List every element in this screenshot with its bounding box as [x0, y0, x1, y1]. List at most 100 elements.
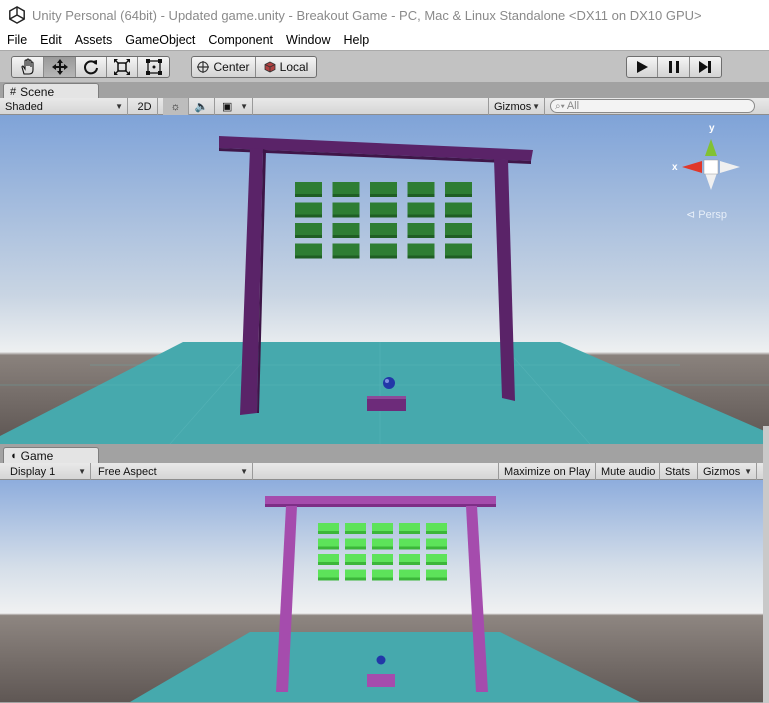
play-controls	[626, 56, 722, 78]
brick-shadow	[332, 214, 360, 218]
menu-gameobject[interactable]: GameObject	[118, 33, 201, 47]
brick-shadow	[426, 546, 447, 550]
2d-mode-button[interactable]: 2D	[132, 98, 158, 115]
pivot-center-button[interactable]: Center	[192, 57, 256, 77]
gizmo-x-label: x	[672, 162, 678, 173]
image-icon: ▣	[222, 101, 233, 113]
brick-shadow	[295, 214, 322, 218]
game-ball	[376, 655, 386, 665]
dropdown-arrow-icon: ▼	[532, 102, 540, 111]
dropdown-arrow-icon: ▼	[115, 102, 123, 111]
scene-viewport[interactable]: y x ⊲ Persp	[0, 115, 769, 444]
play-button[interactable]	[627, 57, 659, 77]
brick-shadow	[399, 577, 420, 581]
maximize-on-play-toggle[interactable]: Maximize on Play	[498, 463, 596, 480]
brick-shadow	[332, 194, 360, 197]
game-gizmos-label: Gizmos	[703, 465, 741, 478]
brick-shadow	[332, 235, 360, 238]
brick-shadow	[399, 531, 420, 534]
menu-bar: File Edit Assets GameObject Component Wi…	[0, 30, 769, 50]
brick-shadow	[318, 531, 339, 534]
brick-shadow	[295, 255, 322, 259]
shading-mode-dropdown[interactable]: Shaded ▼	[0, 98, 128, 115]
game-gizmos-dropdown[interactable]: Gizmos ▼	[698, 463, 757, 480]
brick-shadow	[318, 562, 339, 565]
tab-scene[interactable]: # Scene	[3, 83, 99, 99]
brick-shadow	[426, 562, 447, 565]
scene-effects-dropdown[interactable]: ▣ ▼	[217, 98, 253, 115]
speaker-icon: 🔈	[194, 101, 209, 113]
pause-button[interactable]	[658, 57, 690, 77]
move-arrows-icon	[51, 59, 68, 75]
game-panel: ◖ Game Display 1 ▼ Free Aspect ▼ Maximiz…	[0, 444, 769, 703]
scene-control-bar: Shaded ▼ 2D ☼ 🔈 ▣ ▼ Gizmos ▼ ⌕▾ All	[0, 98, 769, 115]
scale-tool-button[interactable]	[107, 57, 138, 77]
scene-grid-icon: #	[10, 85, 17, 98]
brick-shadow	[345, 562, 366, 565]
brick-shadow	[399, 562, 420, 565]
menu-edit[interactable]: Edit	[33, 33, 68, 47]
brick-shadow	[332, 255, 360, 259]
step-button[interactable]	[690, 57, 721, 77]
window-title: Unity Personal (64bit) - Updated game.un…	[32, 7, 702, 23]
scene-search-input[interactable]: ⌕▾ All	[550, 99, 755, 113]
scene-gizmos-dropdown[interactable]: Gizmos ▼	[488, 98, 545, 115]
pacman-icon: ◖	[10, 449, 17, 462]
hand-icon	[20, 58, 34, 75]
brick-shadow	[295, 194, 322, 197]
move-tool-button[interactable]	[44, 57, 76, 77]
menu-assets[interactable]: Assets	[68, 33, 119, 47]
sun-icon: ☼	[170, 100, 181, 113]
rotate-tool-button[interactable]	[76, 57, 107, 77]
mute-audio-toggle[interactable]: Mute audio	[596, 463, 660, 480]
play-icon	[637, 61, 649, 73]
brick-shadow	[372, 531, 393, 534]
rotate-icon	[84, 60, 98, 75]
main-toolbar: Center Local	[0, 50, 769, 82]
brick-shadow	[407, 214, 435, 218]
tab-scene-label: Scene	[20, 84, 55, 99]
maximize-on-play-label: Maximize on Play	[504, 465, 591, 478]
brick-shadow	[399, 546, 420, 550]
hand-tool-button[interactable]	[12, 57, 44, 77]
display-dropdown[interactable]: Display 1 ▼	[5, 463, 91, 480]
search-icon: ⌕▾	[555, 100, 565, 112]
pivot-toggles: Center Local	[191, 56, 317, 78]
brick-shadow	[445, 235, 472, 238]
brick-shadow	[372, 562, 393, 565]
game-viewport[interactable]	[0, 480, 769, 702]
brick-shadow	[445, 255, 472, 259]
brick-shadow	[318, 577, 339, 581]
step-icon	[699, 61, 712, 73]
menu-help[interactable]: Help	[336, 33, 375, 47]
dropdown-arrow-icon: ▼	[744, 467, 752, 476]
brick-shadow	[345, 531, 366, 534]
stats-toggle[interactable]: Stats	[660, 463, 698, 480]
aspect-dropdown[interactable]: Free Aspect ▼	[93, 463, 253, 480]
pivot-local-button[interactable]: Local	[256, 57, 316, 77]
game-control-bar: Display 1 ▼ Free Aspect ▼ Maximize on Pl…	[0, 463, 769, 480]
projection-label[interactable]: ⊲ Persp	[686, 209, 727, 221]
panel-splitter[interactable]	[763, 426, 769, 703]
pivot-center-label: Center	[213, 60, 250, 74]
tab-game[interactable]: ◖ Game	[3, 447, 99, 463]
brick-shadow	[426, 577, 447, 581]
scene-lighting-button[interactable]: ☼	[163, 98, 189, 115]
scene-gizmos-label: Gizmos	[494, 100, 532, 113]
2d-mode-label: 2D	[137, 100, 152, 113]
brick-shadow	[370, 255, 397, 259]
pause-icon	[668, 61, 679, 73]
scene-audio-button[interactable]: 🔈	[189, 98, 215, 115]
dropdown-arrow-icon: ▼	[240, 102, 248, 111]
scene-panel: # Scene Shaded ▼ 2D ☼ 🔈 ▣ ▼ Gizmos ▼ ⌕▾ …	[0, 82, 769, 444]
gizmo-y-label: y	[709, 123, 715, 134]
rect-tool-button[interactable]	[138, 57, 169, 77]
brick-shadow	[345, 546, 366, 550]
brick-shadow	[445, 194, 472, 197]
brick-shadow	[370, 235, 397, 238]
menu-component[interactable]: Component	[201, 33, 279, 47]
menu-file[interactable]: File	[0, 33, 33, 47]
stats-label: Stats	[665, 465, 691, 478]
brick-shadow	[318, 546, 339, 550]
menu-window[interactable]: Window	[279, 33, 336, 47]
